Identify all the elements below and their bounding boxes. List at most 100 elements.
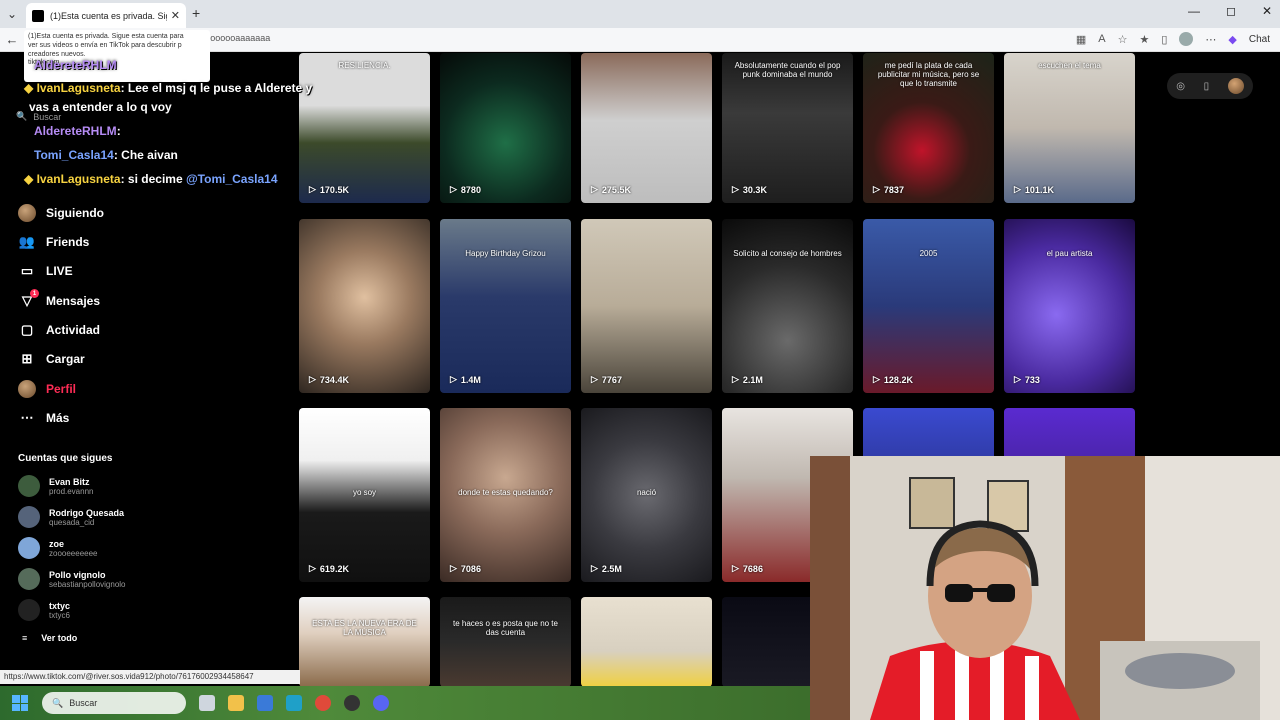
view-count-text: 2.5M [601,563,622,574]
play-icon: ▷ [309,184,316,194]
nav-more[interactable]: ⋯ Más [18,409,70,427]
obs-icon[interactable] [344,695,360,711]
view-count: ▷ 7767 [591,374,622,385]
nav-messages[interactable]: ▽ 1 Mensajes [18,289,100,310]
copilot-icon[interactable]: ◆ [1228,33,1236,46]
video-thumbnail[interactable]: me pedí la plata de cada publicitar mi m… [863,53,994,203]
translate-icon[interactable]: A [1098,33,1105,45]
coins-icon[interactable]: ◎ [1176,81,1185,92]
nav-live[interactable]: ▭ LIVE [18,262,73,280]
windows-start-icon[interactable] [12,695,28,711]
message-badge: 1 [30,289,39,298]
video-thumbnail[interactable]: Solicito al consejo de hombres ▷ 2.1M [722,219,853,393]
video-thumbnail[interactable]: nació ▷ 2.5M [581,408,712,582]
nav-following[interactable]: Siguiendo [18,204,104,222]
chat-username: AldereteRHLM [34,58,117,72]
folder-icon[interactable] [228,695,244,711]
video-caption: Solicito al consejo de hombres [733,249,842,258]
nav-activity[interactable]: ▢ Actividad [18,321,100,339]
browser-tab[interactable]: (1)Esta cuenta es privada. Sigue es ✕ [26,3,186,28]
video-thumbnail[interactable]: te haces o es posta que no te das cuenta [440,597,571,687]
video-thumbnail[interactable]: 2005 ▷ 128.2K [863,219,994,393]
discord-icon[interactable] [373,695,389,711]
video-caption: me pedí la plata de cada publicitar mi m… [877,61,980,88]
video-caption: ESTA ES LA NUEVA ERA DE LA MÚSICA [312,619,417,637]
following-section-title: Cuentas que sigues [18,453,113,464]
account-handle: prod.evannn [49,486,94,496]
followed-account[interactable]: txtyc txtyc6 [18,599,70,621]
view-count-text: 8780 [460,184,481,195]
followed-account[interactable]: zoe zoooeeeeeee [18,537,98,559]
video-thumbnail[interactable]: Absolutamente cuando el pop punk dominab… [722,53,853,203]
video-thumbnail[interactable]: ▷ 7767 [581,219,712,393]
play-icon: ▷ [309,374,316,384]
profile-icon[interactable] [1179,32,1194,46]
taskbar-search[interactable]: 🔍 Buscar [42,692,186,714]
view-count: ▷ 7837 [873,184,904,195]
video-thumbnail[interactable]: Happy Birthday Grizou ▷ 1.4M [440,219,571,393]
view-count-text: 128.2K [883,374,913,385]
sidebar-toggle-icon[interactable]: ▯ [1161,33,1167,46]
video-caption: Happy Birthday Grizou [465,249,546,258]
edge-icon[interactable] [286,695,302,711]
nav-profile[interactable]: Perfil [18,380,76,398]
video-thumbnail[interactable]: ▷ 734.4K [299,219,430,393]
store-icon[interactable] [257,695,273,711]
view-count-text: 619.2K [319,563,349,574]
view-count-text: 733 [1024,374,1040,385]
friends-icon: 👥 [18,234,36,249]
nav-upload[interactable]: ⊞ Cargar [18,350,85,368]
chat-text: : si decime [120,172,183,186]
chat-button[interactable]: Chat [1249,34,1270,45]
video-thumbnail[interactable]: yo soy ▷ 619.2K [299,408,430,582]
favorite-star-icon[interactable]: ☆ [1118,33,1128,46]
chat-message: ◆ IvanLagusneta: Lee el msj q le puse a … [24,82,312,94]
taskbar-search-placeholder: Buscar [69,698,98,708]
play-icon: ▷ [309,563,316,573]
file-explorer-icon[interactable] [199,695,215,711]
video-thumbnail[interactable]: donde te estas quedando? ▷ 7086 [440,408,571,582]
account-handle: zoooeeeeeee [49,548,98,558]
back-arrow-icon[interactable]: ← [0,32,24,47]
view-count-text: 7767 [601,374,622,385]
reader-icon[interactable]: ▦ [1076,33,1086,46]
play-icon: ▷ [450,184,457,194]
view-count: ▷ 101.1K [1014,184,1054,195]
maximize-button[interactable]: ◻ [1226,4,1236,18]
followed-account[interactable]: Evan Bitz prod.evannn [18,475,93,497]
video-thumbnail[interactable]: escuchen el tema ▷ 101.1K [1004,53,1135,203]
tab-list-chevron-icon[interactable]: ⌄ [0,2,24,26]
more-menu-icon[interactable]: ⋯ [1205,33,1216,46]
video-thumbnail[interactable]: el pau artista ▷ 733 [1004,219,1135,393]
view-count: ▷ 2.1M [732,374,763,385]
chat-username: IvanLagusneta [36,172,121,186]
profile-avatar-icon [18,380,36,398]
video-thumbnail[interactable] [581,597,712,687]
minimize-button[interactable]: — [1188,4,1200,18]
chat-badge-icon: ◆ [24,81,37,95]
device-icon[interactable]: ▯ [1204,81,1210,92]
play-icon: ▷ [873,374,880,384]
video-thumbnail[interactable]: ▷ 275.5K [581,53,712,203]
collections-icon[interactable]: ★ [1139,33,1149,46]
followed-account[interactable]: Rodrigo Quesada quesada_cid [18,506,124,528]
avatar [18,537,40,559]
video-thumbnail[interactable]: ESTA ES LA NUEVA ERA DE LA MÚSICA [299,597,430,687]
video-thumbnail[interactable]: ▷ 8780 [440,53,571,203]
nav-friends[interactable]: 👥 Friends [18,233,89,251]
account-handle: txtyc6 [49,610,70,620]
followed-account[interactable]: Pollo vignolo sebastianpollovignolo [18,568,126,590]
my-avatar-icon[interactable] [1227,78,1244,94]
play-icon: ▷ [591,184,598,194]
video-thumbnail[interactable]: RESILIENCIA. ▷ 170.5K [299,53,430,203]
webcam-feed [810,456,1280,720]
view-count-text: 1.4M [460,374,481,385]
browser-toolbar: ▦ A ☆ ★ ▯ ⋯ ◆ Chat [1076,32,1270,46]
new-tab-button[interactable]: + [192,5,200,21]
see-all-link[interactable]: ≡ Ver todo [22,633,77,643]
close-window-button[interactable]: ✕ [1262,4,1272,18]
chrome-icon[interactable] [315,695,331,711]
tab-close-icon[interactable]: ✕ [171,9,180,22]
chat-text: : Lee el msj q le puse a Alderete y [120,81,313,95]
view-count-text: 7086 [460,563,481,574]
